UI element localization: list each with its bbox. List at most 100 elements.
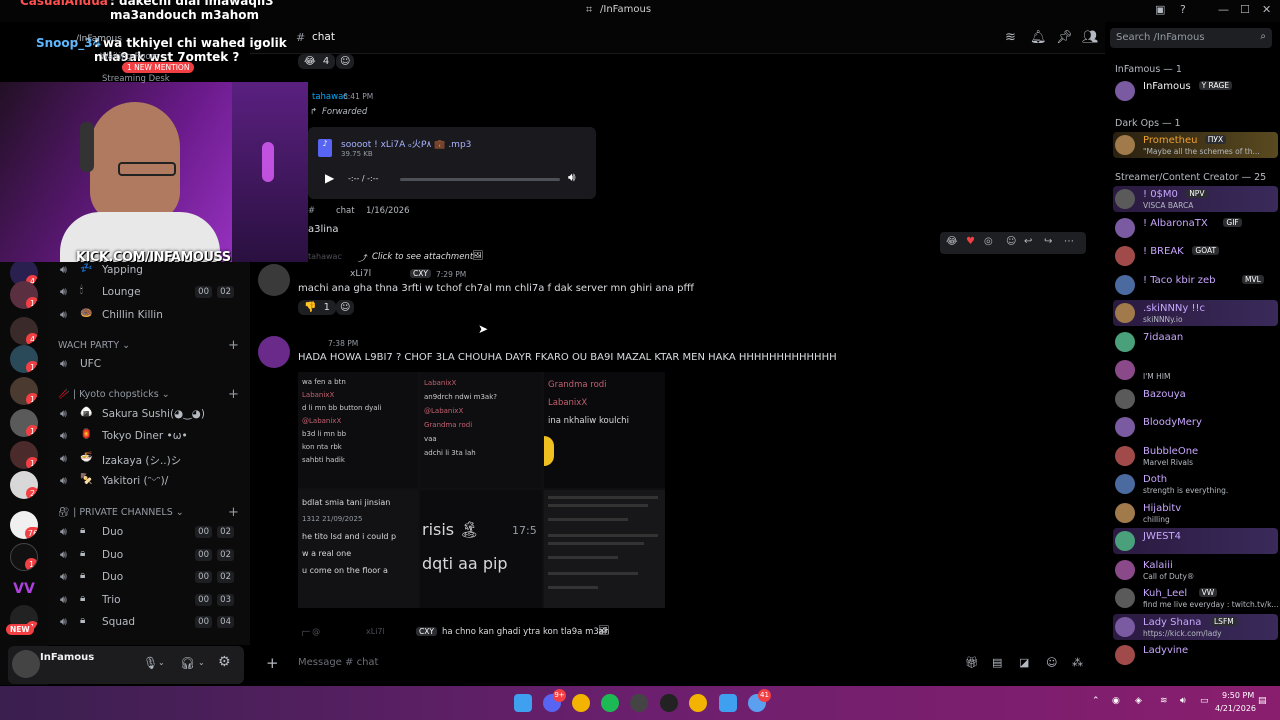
help-icon[interactable]: ?	[1180, 3, 1186, 16]
voice-channel-duo-2[interactable]: 🔊︎ 🔒︎ Duo 00 02	[60, 546, 248, 566]
sticker-icon[interactable]: ◪	[1019, 656, 1029, 669]
threads-icon[interactable]: ≋	[1005, 30, 1016, 45]
wifi-icon[interactable]: ≋	[1160, 696, 1168, 706]
bell-icon[interactable]: 🔔︎	[1030, 30, 1047, 45]
chevron-down-icon[interactable]: ⌄	[198, 658, 205, 667]
member-item[interactable]: ! 0$M0 NPV VISCA BARCA	[1113, 186, 1278, 212]
message-author[interactable]: xLi7ا	[350, 269, 371, 279]
user-avatar[interactable]	[258, 264, 290, 296]
image-tile[interactable]: wa fen a btn LabanixX d li mn bb button …	[298, 372, 418, 488]
app-taskbar-icon[interactable]	[719, 694, 737, 712]
member-item[interactable]: .skiNNNy !!c skiNNNy.io	[1113, 300, 1278, 326]
member-item[interactable]: Doth strength is everything.	[1113, 471, 1278, 497]
user-avatar[interactable]	[12, 650, 40, 678]
member-item[interactable]: JWEST4	[1113, 528, 1278, 554]
heart-reaction-icon[interactable]: ♥	[966, 236, 975, 247]
clock-date[interactable]: 4/21/2026	[1215, 704, 1256, 713]
member-item[interactable]: ! AlbaronaTX GIF	[1113, 215, 1278, 241]
voice-channel-yakitori[interactable]: 🔊︎ 🍢 Yakitori (ᵔᵕᵔ)/	[60, 472, 248, 492]
category-private[interactable]: 🔐︎ | PRIVATE CHANNELS ⌄ +	[58, 505, 239, 520]
member-item[interactable]: Hijabitv chilling	[1113, 500, 1278, 526]
windows-start-icon[interactable]	[514, 694, 532, 712]
pin-icon[interactable]: 📌︎	[1056, 30, 1073, 45]
server-icon[interactable]: VV	[10, 575, 38, 603]
voice-channel-duo-3[interactable]: 🔊︎ 🔒︎ Duo 00 02	[60, 568, 248, 588]
battery-icon[interactable]: ▭	[1200, 696, 1209, 706]
voice-channel-lounge[interactable]: 🔊︎ 🕯 Lounge 00 02	[60, 283, 248, 303]
gift-icon[interactable]: 🎁︎	[965, 656, 979, 669]
image-tile[interactable]	[544, 490, 665, 608]
voice-channel-ufc[interactable]: 🔊︎ UFC	[60, 355, 248, 375]
clock-time[interactable]: 9:50 PM	[1222, 691, 1254, 700]
user-name[interactable]: InFamous	[40, 652, 94, 663]
message-composer[interactable]: + Message # chat 🎁︎ ▤ ◪ ☺ ⁂	[258, 651, 1098, 677]
app-taskbar-icon[interactable]: 41	[748, 689, 771, 712]
laugh-reaction-icon[interactable]: 😂	[946, 236, 958, 247]
voice-channel-squad[interactable]: 🔊︎ 🔒︎ Squad 00 04	[60, 613, 248, 633]
reply-icon[interactable]: ↩	[1024, 236, 1032, 247]
search-input[interactable]: Search /InFamous ⌕	[1110, 28, 1272, 48]
server-icon[interactable]: 76	[10, 511, 38, 539]
server-icon[interactable]: 1	[10, 345, 38, 373]
member-item[interactable]: Bazouya	[1113, 386, 1278, 412]
obs-taskbar-icon[interactable]	[630, 694, 648, 712]
voice-channel-tokyo[interactable]: 🔊︎ 🏮 Tokyo Diner •ω•	[60, 427, 248, 447]
gear-icon[interactable]: ⚙	[218, 654, 231, 670]
voice-channel-chillin[interactable]: 🔊︎ 🍩 Chillin Killin	[60, 306, 248, 326]
reply-text[interactable]: Click to see attachment	[372, 252, 473, 262]
server-icon[interactable]: 4	[10, 317, 38, 345]
image-tile[interactable]: Grandma rodi LabanixX ina nkhaliw koulch…	[544, 372, 665, 488]
member-item[interactable]: InFamous Y RAGE	[1113, 78, 1278, 104]
add-channel-icon[interactable]: +	[228, 505, 239, 520]
reaction-button[interactable]: 👎 1	[298, 300, 337, 315]
members-icon[interactable]: 👥︎	[1082, 30, 1099, 45]
headphones-icon[interactable]: 🎧︎	[180, 656, 195, 670]
voice-channel-trio[interactable]: 🔊︎ 🔒︎ Trio 00 03	[60, 591, 248, 611]
image-tile[interactable]: bdlat smia tani jinsian 1312 21/09/2025 …	[298, 490, 418, 608]
source-channel[interactable]: chat	[336, 206, 355, 216]
more-icon[interactable]: ⋯	[1064, 236, 1074, 247]
minimize-button[interactable]: —	[1218, 3, 1229, 16]
voice-channel-duo-1[interactable]: 🔊︎ 🔒︎ Duo 00 02	[60, 523, 248, 543]
chevron-down-icon[interactable]: ⌄	[158, 658, 165, 667]
close-button[interactable]: ✕	[1262, 3, 1271, 16]
chrome-taskbar-icon[interactable]	[572, 694, 590, 712]
microphone-icon[interactable]: 🎙︎	[143, 656, 158, 670]
message-author[interactable]: xLi7ا	[366, 627, 385, 636]
user-avatar[interactable]	[258, 336, 290, 368]
spotify-taskbar-icon[interactable]	[601, 694, 619, 712]
server-icon[interactable]: 1	[10, 281, 38, 309]
add-reaction-button[interactable]: ☺	[336, 54, 355, 69]
notification-icon[interactable]: ▤	[1258, 696, 1267, 706]
server-icon[interactable]: 1	[10, 409, 38, 437]
server-icon[interactable]: 1	[10, 441, 38, 469]
member-item[interactable]: Lady Shana LSFM https://kick.com/lady	[1113, 613, 1278, 640]
member-item[interactable]: Kuh_Leel VW find me live everyday : twitch…	[1113, 585, 1279, 611]
volume-icon[interactable]: 🔊︎	[568, 170, 576, 185]
server-icon[interactable]: 2	[10, 471, 38, 499]
tray-discord-icon[interactable]: ◉	[1112, 696, 1120, 706]
member-item[interactable]: 7idaaan	[1113, 329, 1278, 355]
member-item[interactable]: ! BREAK GOAT	[1113, 243, 1278, 269]
image-tile[interactable]: risis 🏝 17:5 dqti aa pip	[420, 490, 542, 608]
tray-app-icon[interactable]: ◈	[1135, 696, 1142, 706]
inbox-icon[interactable]: ▣	[1155, 3, 1165, 16]
image-tile[interactable]: LabanixX an9drch ndwi m3ak? @LabanixX Gr…	[420, 372, 542, 488]
voice-channel-sakura[interactable]: 🔊︎ 🍙 Sakura Sushi(◕‿◕)	[60, 405, 248, 425]
server-icon[interactable]: 1	[10, 543, 38, 571]
category-wach-party[interactable]: WACH PARTY ⌄ +	[58, 338, 239, 353]
add-reaction-icon[interactable]: ☺	[1006, 236, 1016, 247]
discord-taskbar-icon[interactable]: 9+	[543, 689, 566, 712]
member-item[interactable]: BubbleOne Marvel Rivals	[1113, 443, 1278, 469]
add-channel-icon[interactable]: +	[228, 387, 239, 402]
member-item[interactable]: Ladyvine	[1113, 642, 1278, 668]
upload-plus-icon[interactable]: +	[266, 654, 279, 672]
tray-chevron-icon[interactable]: ⌃	[1092, 696, 1100, 706]
apps-icon[interactable]: ⁂	[1072, 656, 1083, 669]
member-item[interactable]: BloodyMery	[1113, 414, 1278, 440]
chrome-taskbar-icon[interactable]	[689, 694, 707, 712]
add-channel-icon[interactable]: +	[228, 338, 239, 353]
gif-icon[interactable]: ▤	[992, 656, 1002, 669]
member-item[interactable]: Kalaiii Call of Duty®	[1113, 557, 1278, 583]
voice-channel-izakaya[interactable]: 🔊︎ 🍜 Izakaya (シ..)シ	[60, 450, 248, 470]
